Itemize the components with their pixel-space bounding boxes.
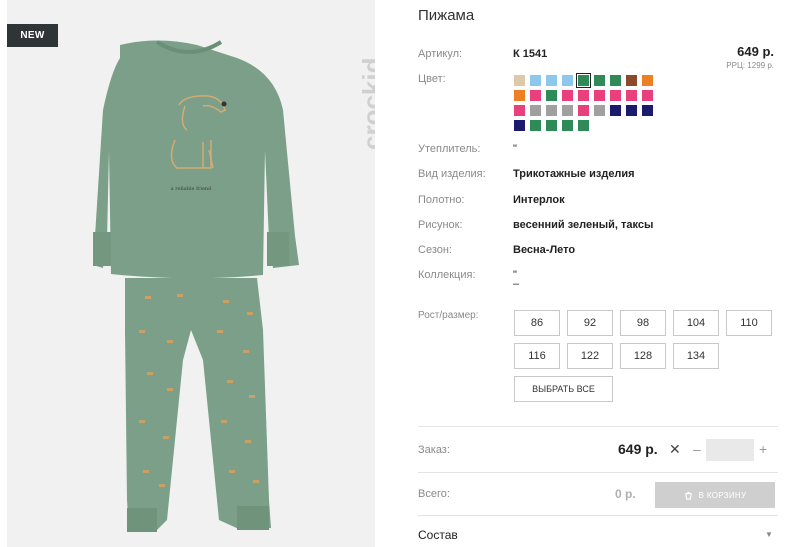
color-swatch[interactable]: [642, 75, 653, 86]
season-label: Сезон:: [418, 244, 452, 256]
color-swatch[interactable]: [594, 105, 605, 116]
color-swatch[interactable]: [514, 120, 525, 131]
color-swatch[interactable]: [562, 105, 573, 116]
order-price: 649 р.: [618, 441, 658, 457]
color-swatch[interactable]: [546, 90, 557, 101]
print-text: a reliable friend: [171, 186, 212, 192]
color-swatch[interactable]: [514, 90, 525, 101]
pattern-label: Рисунок:: [418, 219, 463, 231]
size-label: Рост/размер:: [418, 310, 479, 321]
color-swatch[interactable]: [546, 120, 557, 131]
product-title: Пижама: [418, 7, 475, 24]
total-value: 0 р.: [615, 487, 636, 501]
color-swatch[interactable]: [578, 120, 589, 131]
fabric-label: Полотно:: [418, 194, 465, 206]
new-badge: NEW: [7, 24, 58, 47]
article-label: Артикул:: [418, 48, 463, 60]
color-swatch[interactable]: [626, 105, 637, 116]
color-swatch[interactable]: [546, 75, 557, 86]
color-swatch[interactable]: [610, 75, 621, 86]
size-option[interactable]: 134: [673, 343, 719, 369]
chevron-down-icon[interactable]: ▼: [765, 530, 773, 539]
color-swatch[interactable]: [594, 90, 605, 101]
cart-button-label: В КОРЗИНУ: [698, 490, 747, 500]
insulation-label: Утеплитель:: [418, 143, 481, 155]
size-option[interactable]: 116: [514, 343, 560, 369]
article-value: К 1541: [513, 48, 548, 60]
color-swatch[interactable]: [562, 120, 573, 131]
color-swatch[interactable]: [530, 90, 541, 101]
color-label: Цвет:: [418, 73, 446, 85]
increase-button[interactable]: +: [759, 441, 767, 457]
select-all-button[interactable]: ВЫБРАТЬ ВСЕ: [514, 376, 613, 402]
color-swatch[interactable]: [578, 90, 589, 101]
product-details: Пижама Артикул: К 1541 649 р. РРЦ: 1299 …: [418, 0, 778, 547]
order-label: Заказ:: [418, 444, 450, 456]
fabric-value: Интерлок: [513, 194, 565, 206]
product-price: 649 р.: [737, 44, 774, 59]
color-swatch[interactable]: [578, 105, 589, 116]
add-to-cart-button[interactable]: В КОРЗИНУ: [655, 482, 775, 508]
season-value: Весна-Лето: [513, 244, 576, 256]
color-swatch[interactable]: [562, 75, 573, 86]
divider: [418, 426, 778, 427]
rrp-price: РРЦ: 1299 р.: [726, 61, 774, 70]
color-swatch[interactable]: [594, 75, 605, 86]
color-swatch[interactable]: [530, 75, 541, 86]
brand-logo: crockid: [357, 57, 375, 151]
color-swatch[interactable]: [642, 105, 653, 116]
collection-label: Коллекция:: [418, 269, 476, 281]
color-swatch[interactable]: [562, 90, 573, 101]
size-option[interactable]: 98: [620, 310, 666, 336]
size-option[interactable]: 110: [726, 310, 772, 336]
color-swatch[interactable]: [576, 73, 591, 88]
color-swatch[interactable]: [626, 75, 637, 86]
color-swatch[interactable]: [514, 75, 525, 86]
decrease-button[interactable]: –: [693, 441, 701, 457]
pajama-illustration: a reliable friend: [93, 40, 299, 532]
color-swatch[interactable]: [546, 105, 557, 116]
insulation-value: ": [513, 143, 517, 155]
size-option[interactable]: 92: [567, 310, 613, 336]
type-label: Вид изделия:: [418, 168, 486, 180]
size-option[interactable]: 86: [514, 310, 560, 336]
collection-extra: –: [513, 278, 520, 290]
color-swatch[interactable]: [626, 90, 637, 101]
color-swatch[interactable]: [642, 90, 653, 101]
size-option[interactable]: 128: [620, 343, 666, 369]
type-value: Трикотажные изделия: [513, 168, 635, 180]
size-option[interactable]: 122: [567, 343, 613, 369]
color-swatch[interactable]: [530, 120, 541, 131]
divider: [418, 472, 778, 473]
color-swatch[interactable]: [610, 105, 621, 116]
close-icon: ✕: [669, 441, 681, 457]
product-image[interactable]: a reliable friend NEW crockid: [7, 0, 375, 547]
divider: [418, 515, 778, 516]
size-option[interactable]: 104: [673, 310, 719, 336]
pattern-value: весенний зеленый, таксы: [513, 219, 654, 231]
color-swatch[interactable]: [610, 90, 621, 101]
cart-icon: [684, 491, 692, 500]
composition-toggle[interactable]: Состав: [418, 528, 458, 542]
color-swatch[interactable]: [530, 105, 541, 116]
total-label: Всего:: [418, 488, 450, 500]
quantity-input[interactable]: [706, 439, 754, 461]
color-swatch[interactable]: [514, 105, 525, 116]
